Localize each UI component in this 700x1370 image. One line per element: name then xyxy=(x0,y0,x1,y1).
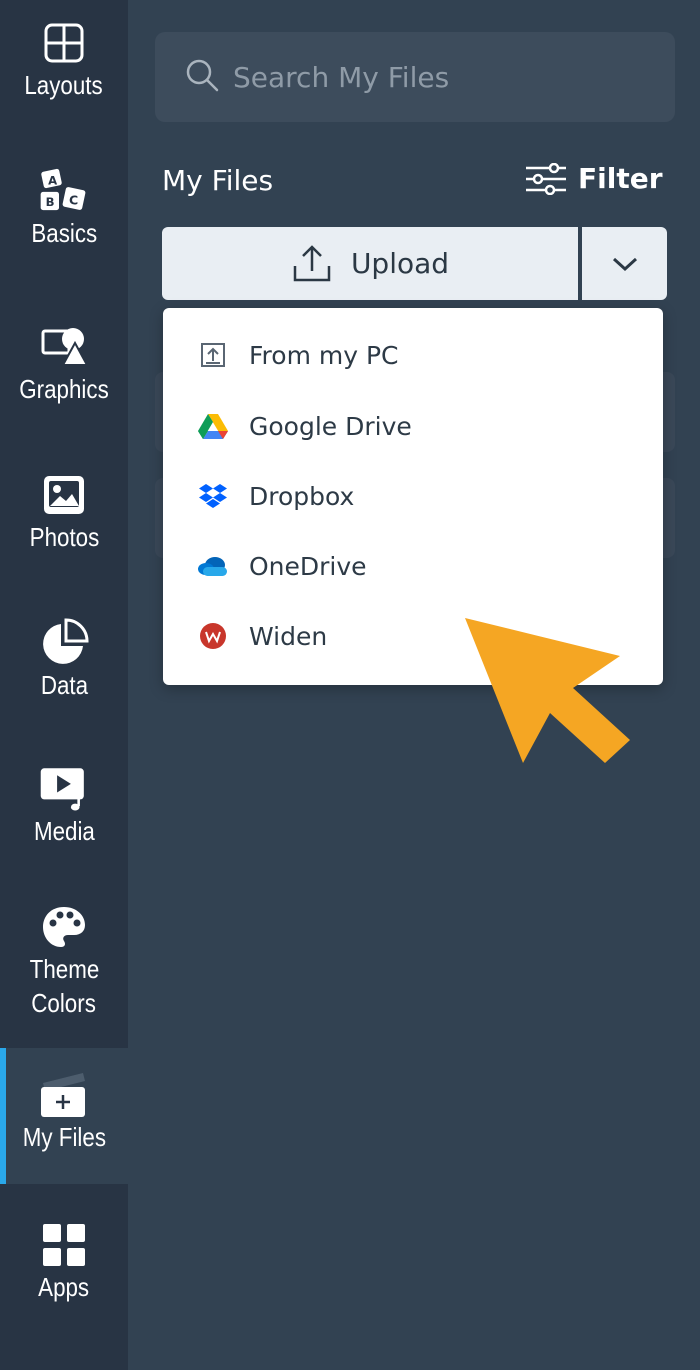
sidebar-item-layouts[interactable]: Layouts xyxy=(0,18,128,128)
pointer-arrow-icon xyxy=(465,618,630,763)
menu-item-label: OneDrive xyxy=(249,551,367,581)
menu-item-google-drive[interactable]: Google Drive xyxy=(163,391,663,461)
sidebar-item-photos[interactable]: Photos xyxy=(0,470,128,580)
sidebar-item-label-line2: Colors xyxy=(31,988,97,1018)
sidebar-item-data[interactable]: Data xyxy=(0,618,128,728)
svg-text:B: B xyxy=(46,195,55,209)
sidebar-item-label: Basics xyxy=(31,218,97,248)
shapes-icon xyxy=(39,322,89,372)
chevron-down-icon xyxy=(612,257,637,271)
sidebar-item-label: Media xyxy=(33,816,95,846)
menu-item-dropbox[interactable]: Dropbox xyxy=(163,461,663,531)
menu-item-label: Dropbox xyxy=(249,481,355,511)
sidebar-item-basics[interactable]: A B C Basics xyxy=(0,166,128,276)
sidebar-item-graphics[interactable]: Graphics xyxy=(0,322,128,432)
svg-text:A: A xyxy=(48,173,57,187)
left-rail: Layouts A B C Basics Graphics Photos Dat… xyxy=(0,0,128,1370)
sidebar-item-label: Apps xyxy=(38,1272,90,1302)
search-input[interactable] xyxy=(233,60,633,94)
filter-label: Filter xyxy=(578,162,663,195)
image-icon xyxy=(39,470,89,520)
svg-text:C: C xyxy=(69,192,78,207)
sidebar-item-media[interactable]: Media xyxy=(0,764,128,874)
menu-item-onedrive[interactable]: OneDrive xyxy=(163,531,663,601)
dropbox-icon xyxy=(197,480,229,512)
menu-item-label: From my PC xyxy=(249,340,399,370)
palette-icon xyxy=(39,902,89,952)
upload-icon xyxy=(293,244,331,281)
sliders-icon xyxy=(526,162,566,195)
widen-icon xyxy=(197,620,229,652)
onedrive-icon xyxy=(197,550,229,582)
search-box[interactable] xyxy=(155,32,675,122)
google-drive-icon xyxy=(197,410,229,442)
sidebar-item-label: Graphics xyxy=(19,374,109,404)
sidebar-item-label: Photos xyxy=(29,522,99,552)
sidebar-item-label: My Files xyxy=(22,1122,106,1152)
folder-add-icon xyxy=(39,1070,89,1120)
sidebar-item-my-files[interactable]: My Files xyxy=(0,1048,128,1184)
layout-icon xyxy=(39,18,89,68)
sidebar-item-label: Layouts xyxy=(24,70,104,100)
section-title: My Files xyxy=(162,164,274,197)
menu-item-label: Google Drive xyxy=(249,411,412,441)
sidebar-item-apps[interactable]: Apps xyxy=(0,1220,128,1330)
sidebar-item-label: Data xyxy=(40,670,88,700)
media-icon xyxy=(39,764,89,814)
pie-chart-icon xyxy=(39,618,89,668)
upload-options-toggle[interactable] xyxy=(582,227,667,300)
sidebar-item-theme-colors[interactable]: Theme Colors xyxy=(0,902,128,1042)
upload-pc-icon xyxy=(197,339,229,371)
search-icon xyxy=(185,58,219,97)
sidebar-item-label-line1: Theme xyxy=(29,954,99,984)
filter-button[interactable]: Filter xyxy=(524,162,663,195)
menu-item-from-my-pc[interactable]: From my PC xyxy=(163,320,663,390)
apps-grid-icon xyxy=(39,1220,89,1270)
menu-item-label: Widen xyxy=(249,621,328,651)
upload-label: Upload xyxy=(350,247,450,280)
upload-button[interactable]: Upload xyxy=(162,227,578,300)
abc-blocks-icon: A B C xyxy=(39,166,89,216)
